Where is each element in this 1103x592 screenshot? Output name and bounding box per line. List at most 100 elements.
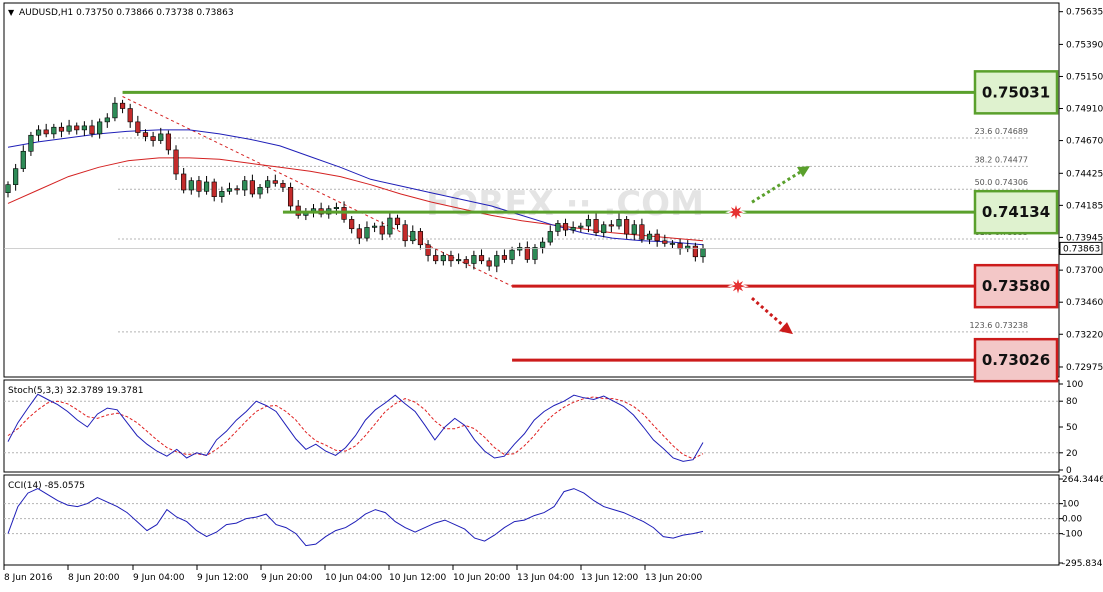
stoch-tick-label: 20: [1066, 449, 1078, 459]
candle-body: [211, 181, 217, 197]
candle-body: [440, 255, 446, 262]
price-tick-label: 0.75390: [1066, 40, 1103, 50]
candle-body: [203, 181, 210, 192]
time-tick-label: 13 Jun 04:00: [517, 573, 574, 583]
cci-tick-label: -295.8341: [1062, 559, 1103, 569]
candle-body: [601, 224, 607, 234]
candle-body: [35, 129, 42, 136]
time-tick-label: 9 Jun 04:00: [133, 573, 185, 583]
candle-body: [226, 188, 233, 192]
candle-body: [249, 180, 255, 195]
current-price-label: 0.73863: [1063, 244, 1100, 254]
candle-body: [89, 125, 95, 135]
candle-body: [379, 225, 385, 235]
candle-body: [119, 102, 126, 109]
candle-body: [509, 249, 515, 260]
candle-body: [425, 244, 431, 256]
candle-body: [677, 243, 683, 250]
cci-tick-label: 100: [1062, 500, 1079, 510]
level-value: 0.74134: [982, 203, 1050, 221]
candle-body: [372, 225, 378, 228]
candle-body: [364, 227, 370, 239]
candle-body: [570, 227, 576, 231]
price-tick-label: 0.74185: [1066, 201, 1103, 211]
price-tick-label: 0.73220: [1066, 330, 1103, 340]
cci-tick-label: -100: [1062, 530, 1083, 540]
candle-body: [181, 173, 187, 191]
candle-body: [646, 233, 653, 240]
fib-label: 38.2 0.74477: [975, 155, 1028, 164]
candle-body: [555, 223, 561, 232]
candle-body: [433, 255, 439, 262]
candle-body: [333, 207, 339, 210]
cci-panel-frame: [3, 474, 1060, 566]
price-tick-label: 0.72975: [1066, 363, 1103, 373]
watermark: FOREX ·· .COM: [426, 184, 704, 224]
candle-body: [97, 121, 103, 135]
candle-body: [43, 129, 49, 135]
candle-body: [456, 259, 462, 262]
candle-body: [593, 219, 599, 234]
stoch-panel-frame: [3, 379, 1060, 473]
burst-icon: [727, 275, 749, 298]
candle-body: [624, 219, 630, 235]
time-axis[interactable]: 8 Jun 2016 8 Jun 20:00 9 Jun 04:00 9 Jun 12…: [3, 565, 702, 583]
price-tick-label: 0.74670: [1066, 137, 1103, 147]
candle-body: [280, 183, 286, 188]
candle-body: [5, 184, 11, 193]
candle-body: [219, 191, 225, 197]
time-tick-label: 10 Jun 04:00: [325, 573, 382, 583]
price-tick-label: 0.74425: [1066, 169, 1103, 179]
candle-body: [112, 102, 118, 119]
candle-body: [158, 133, 164, 141]
candle-body: [402, 224, 408, 242]
stoch-tick-label: 80: [1066, 397, 1078, 407]
time-tick-label: 8 Jun 2016: [4, 573, 53, 583]
candle-body: [501, 255, 508, 260]
candle-body: [471, 255, 477, 264]
candle-body: [463, 259, 469, 264]
chart-window: 23.6 0.7468938.2 0.7447750.0 0.7430661.8…: [0, 0, 1103, 588]
candle-body: [692, 245, 698, 258]
candle-body: [272, 180, 278, 184]
time-tick-label: 9 Jun 20:00: [261, 573, 313, 583]
menu-triangle-icon[interactable]: ▼: [8, 8, 15, 17]
candle-body: [173, 149, 179, 175]
candle-body: [20, 150, 26, 169]
stoch-tick-label: 50: [1066, 423, 1078, 433]
candle-body: [28, 134, 34, 152]
candle-body: [150, 136, 156, 141]
candle-body: [66, 125, 72, 132]
candle-body: [616, 219, 622, 227]
candle-body: [410, 231, 416, 242]
time-tick-label: 13 Jun 20:00: [645, 573, 702, 583]
stoch-tick-label: 100: [1066, 380, 1083, 390]
candle-body: [631, 224, 637, 235]
chart-title: AUDUSD,H1 0.73750 0.73866 0.73738 0.7386…: [19, 8, 234, 18]
candle-body: [700, 248, 706, 258]
candle-body: [74, 125, 80, 131]
price-tick-label: 0.73460: [1066, 298, 1103, 308]
price-tick-label: 0.73700: [1066, 266, 1103, 276]
candle-body: [349, 219, 355, 230]
candle-body: [662, 240, 668, 244]
candle-body: [51, 126, 57, 135]
cci-tick-label: 264.3446: [1062, 475, 1103, 485]
candle-body: [196, 180, 202, 192]
time-tick-label: 13 Jun 12:00: [581, 573, 638, 583]
time-tick-label: 10 Jun 20:00: [453, 573, 510, 583]
time-tick-label: 10 Jun 12:00: [389, 573, 446, 583]
candle-body: [58, 126, 65, 132]
time-tick-label: 8 Jun 20:00: [68, 573, 120, 583]
candle-body: [287, 187, 294, 207]
candle-body: [135, 121, 141, 133]
candle-body: [417, 231, 424, 246]
cci-tick-label: 0.00: [1062, 515, 1082, 525]
candle-body: [486, 260, 492, 267]
candle-body: [494, 255, 500, 267]
price-chart[interactable]: 23.6 0.7468938.2 0.7447750.0 0.7430661.8…: [0, 0, 1103, 588]
candle-body: [265, 180, 271, 188]
level-value: 0.73026: [982, 351, 1050, 369]
level-value: 0.73580: [982, 277, 1050, 295]
candle-body: [524, 247, 530, 260]
